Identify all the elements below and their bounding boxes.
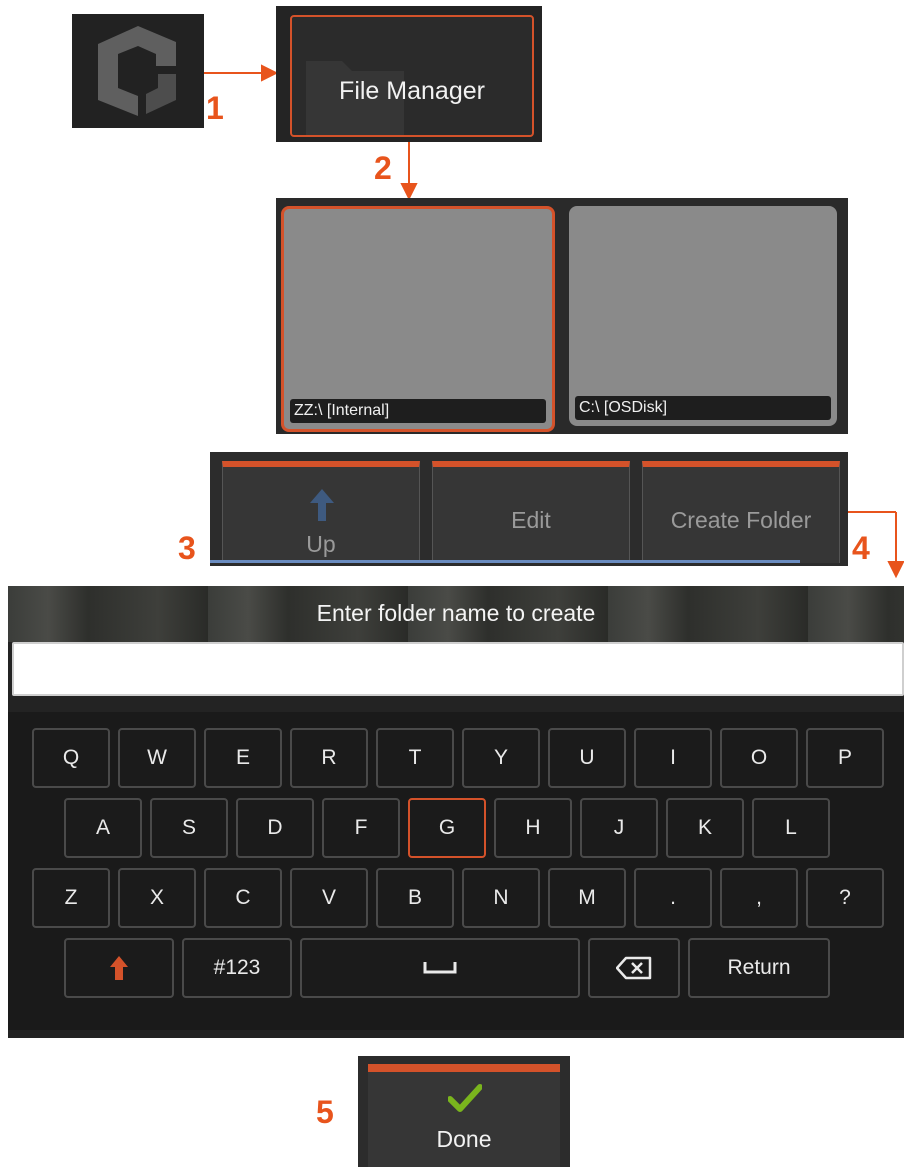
key-question[interactable]: ? [806,868,884,928]
file-manager-label: File Manager [339,77,485,105]
key-s[interactable]: S [150,798,228,858]
backspace-icon [616,956,652,980]
key-d[interactable]: D [236,798,314,858]
key-comma[interactable]: , [720,868,798,928]
key-y[interactable]: Y [462,728,540,788]
key-z[interactable]: Z [32,868,110,928]
step-number-3: 3 [178,530,196,566]
key-m[interactable]: M [548,868,626,928]
key-period[interactable]: . [634,868,712,928]
file-manager-button[interactable]: File Manager [290,15,534,137]
key-j[interactable]: J [580,798,658,858]
key-g[interactable]: G [408,798,486,858]
step-number-2: 2 [374,150,392,186]
app-logo-icon [98,26,176,116]
shift-key[interactable] [64,938,174,998]
edit-label: Edit [511,507,551,533]
step-number-5: 5 [316,1094,334,1130]
shift-icon [110,956,128,980]
return-key[interactable]: Return [688,938,830,998]
up-button[interactable]: Up [222,461,420,563]
arrow-up-icon [310,489,334,521]
key-v[interactable]: V [290,868,368,928]
key-l[interactable]: L [752,798,830,858]
backspace-key[interactable] [588,938,680,998]
space-key[interactable] [300,938,580,998]
key-o[interactable]: O [720,728,798,788]
folder-name-input[interactable] [12,642,904,696]
key-x[interactable]: X [118,868,196,928]
drive-osdisk[interactable]: C:\ [OSDisk] [569,206,837,426]
file-manager-tile[interactable]: File Manager [276,6,542,142]
drive-list: ZZ:\ [Internal] C:\ [OSDisk] [276,198,848,434]
done-button[interactable]: Done [368,1064,560,1167]
key-k[interactable]: K [666,798,744,858]
drive-internal-label: ZZ:\ [Internal] [290,399,546,423]
key-b[interactable]: B [376,868,454,928]
toolbar-divider [210,560,800,563]
key-q[interactable]: Q [32,728,110,788]
app-launcher-tile[interactable] [72,14,204,128]
drive-internal[interactable]: ZZ:\ [Internal] [281,206,555,432]
folder-name-dialog: Enter folder name to create Q W E R T Y … [8,586,904,1038]
up-label: Up [306,531,336,557]
on-screen-keyboard: Q W E R T Y U I O P A S D F G H J K L Z … [8,712,904,1030]
key-c[interactable]: C [204,868,282,928]
key-t[interactable]: T [376,728,454,788]
key-i[interactable]: I [634,728,712,788]
key-n[interactable]: N [462,868,540,928]
create-folder-label: Create Folder [670,507,812,533]
key-a[interactable]: A [64,798,142,858]
done-label: Done [436,1126,492,1152]
key-e[interactable]: E [204,728,282,788]
space-icon [423,962,457,974]
done-tile: Done [358,1056,570,1167]
edit-button[interactable]: Edit [432,461,630,563]
key-h[interactable]: H [494,798,572,858]
key-r[interactable]: R [290,728,368,788]
key-w[interactable]: W [118,728,196,788]
checkmark-icon [448,1084,482,1112]
dialog-prompt: Enter folder name to create [316,600,596,626]
key-u[interactable]: U [548,728,626,788]
step-number-4: 4 [852,530,870,566]
key-f[interactable]: F [322,798,400,858]
key-p[interactable]: P [806,728,884,788]
drive-osdisk-label: C:\ [OSDisk] [575,396,831,420]
step-number-1: 1 [206,90,224,126]
numbers-key[interactable]: #123 [182,938,292,998]
create-folder-button[interactable]: Create Folder [642,461,840,563]
file-toolbar: Up Edit Create Folder [210,452,848,566]
